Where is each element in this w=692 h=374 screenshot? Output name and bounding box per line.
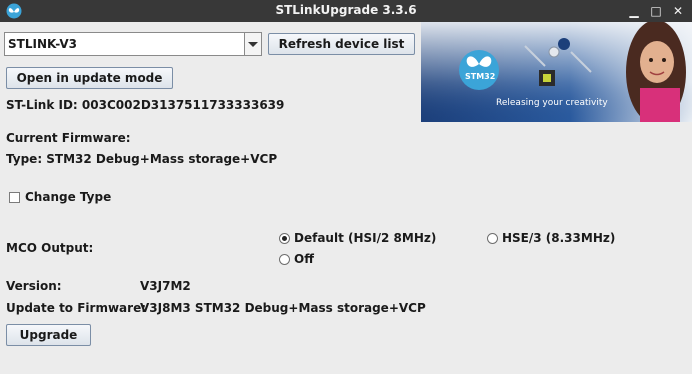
st-banner-image: STM32 Releasing your creativity — [421, 22, 692, 122]
mco-off-radio[interactable] — [279, 254, 290, 265]
change-type-label[interactable]: Change Type — [25, 190, 111, 204]
open-update-mode-button[interactable]: Open in update mode — [6, 67, 173, 89]
version-label: Version: — [6, 279, 62, 293]
current-firmware-label: Current Firmware: — [6, 131, 131, 145]
radio-selected-dot — [282, 236, 287, 241]
mco-hse-label[interactable]: HSE/3 (8.33MHz) — [502, 231, 615, 245]
firmware-type: Type: STM32 Debug+Mass storage+VCP — [6, 152, 278, 166]
update-firmware-value: V3J8M3 STM32 Debug+Mass storage+VCP — [140, 301, 426, 315]
chevron-down-icon — [248, 42, 258, 47]
mco-default-radio[interactable] — [279, 233, 290, 244]
stlink-id: ST-Link ID: 003C002D3137511733333639 — [6, 98, 285, 112]
minimize-icon[interactable]: ▁ — [625, 2, 643, 20]
maximize-icon[interactable]: □ — [647, 2, 665, 20]
mco-default-label[interactable]: Default (HSI/2 8MHz) — [294, 231, 436, 245]
refresh-device-list-button[interactable]: Refresh device list — [268, 33, 415, 55]
device-select[interactable]: STLINK-V3 — [4, 32, 262, 56]
banner-stm32-text: STM32 — [465, 72, 496, 81]
version-value: V3J7M2 — [140, 279, 191, 293]
window-title: STLinkUpgrade 3.3.6 — [275, 3, 417, 17]
device-select-value: STLINK-V3 — [8, 37, 77, 51]
main-panel: STLINK-V3 Refresh device list Open in up… — [0, 22, 692, 374]
close-icon[interactable]: ✕ — [669, 2, 687, 20]
banner-tagline: Releasing your creativity — [496, 98, 608, 108]
mco-hse-radio[interactable] — [487, 233, 498, 244]
change-type-checkbox[interactable] — [9, 192, 20, 203]
mco-off-label[interactable]: Off — [294, 252, 314, 266]
upgrade-button[interactable]: Upgrade — [6, 324, 91, 346]
dropdown-arrow[interactable] — [244, 33, 261, 55]
update-firmware-label: Update to Firmware: — [6, 301, 147, 315]
mco-output-label: MCO Output: — [6, 241, 94, 255]
title-bar: STLinkUpgrade 3.3.6 ▁ □ ✕ — [0, 0, 692, 22]
